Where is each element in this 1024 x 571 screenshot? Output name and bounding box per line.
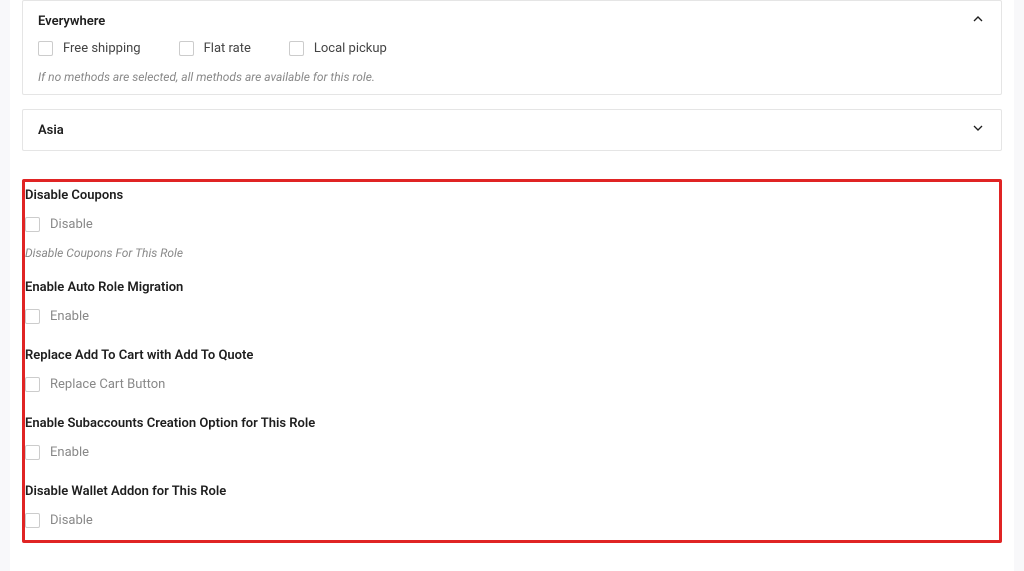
disable-coupons-option: Disable — [50, 217, 93, 232]
checkbox-disable-coupons[interactable]: Disable — [25, 217, 93, 232]
checkbox-local-pickup[interactable]: Local pickup — [289, 41, 387, 56]
checkbox-icon — [25, 377, 40, 392]
auto-role-migration-option: Enable — [50, 309, 89, 324]
replace-cart-option: Replace Cart Button — [50, 377, 165, 392]
settings-highlight-box: Disable Coupons Disable Disable Coupons … — [22, 179, 1002, 543]
replace-cart-title: Replace Add To Cart with Add To Quote — [25, 348, 991, 363]
checkbox-icon — [25, 309, 40, 324]
checkbox-replace-cart[interactable]: Replace Cart Button — [25, 377, 165, 392]
checkbox-icon — [25, 513, 40, 528]
setting-auto-role-migration: Enable Auto Role Migration Enable — [25, 280, 991, 328]
disable-coupons-desc: Disable Coupons For This Role — [25, 246, 991, 260]
disable-wallet-option: Disable — [50, 513, 93, 528]
setting-disable-coupons: Disable Coupons Disable Disable Coupons … — [25, 188, 991, 260]
setting-subaccounts: Enable Subaccounts Creation Option for T… — [25, 416, 991, 464]
setting-replace-cart: Replace Add To Cart with Add To Quote Re… — [25, 348, 991, 396]
flat-rate-label: Flat rate — [204, 41, 251, 56]
region-asia-header[interactable]: Asia — [23, 110, 1001, 150]
checkbox-icon — [25, 217, 40, 232]
chevron-up-icon — [970, 11, 986, 31]
setting-disable-wallet: Disable Wallet Addon for This Role Disab… — [25, 484, 991, 532]
subaccounts-option: Enable — [50, 445, 89, 460]
checkbox-disable-wallet[interactable]: Disable — [25, 513, 93, 528]
region-asia: Asia — [22, 109, 1002, 151]
methods-help-text: If no methods are selected, all methods … — [38, 70, 986, 84]
region-everywhere-header[interactable]: Everywhere — [23, 1, 1001, 41]
region-everywhere: Everywhere Free shipping Flat rate — [22, 0, 1002, 95]
checkbox-icon — [289, 41, 304, 56]
subaccounts-title: Enable Subaccounts Creation Option for T… — [25, 416, 991, 431]
disable-coupons-title: Disable Coupons — [25, 188, 991, 203]
chevron-down-icon — [970, 120, 986, 140]
checkbox-icon — [179, 41, 194, 56]
local-pickup-label: Local pickup — [314, 41, 387, 56]
checkbox-free-shipping[interactable]: Free shipping — [38, 41, 141, 56]
disable-wallet-title: Disable Wallet Addon for This Role — [25, 484, 991, 499]
region-asia-title: Asia — [38, 123, 64, 138]
auto-role-migration-title: Enable Auto Role Migration — [25, 280, 991, 295]
checkbox-flat-rate[interactable]: Flat rate — [179, 41, 251, 56]
checkbox-icon — [38, 41, 53, 56]
checkbox-icon — [25, 445, 40, 460]
checkbox-subaccounts[interactable]: Enable — [25, 445, 89, 460]
region-everywhere-title: Everywhere — [38, 14, 105, 29]
free-shipping-label: Free shipping — [63, 41, 141, 56]
checkbox-auto-role-migration[interactable]: Enable — [25, 309, 89, 324]
